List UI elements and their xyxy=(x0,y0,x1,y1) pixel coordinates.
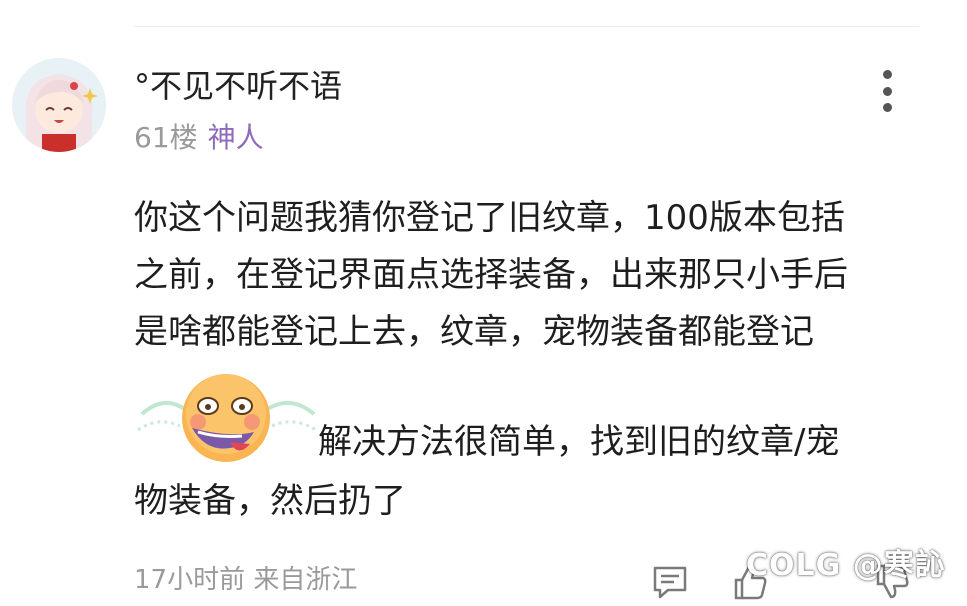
more-dot xyxy=(882,86,892,96)
comment-line-2: 之前，在登记界面点选择装备，出来那只小手后 xyxy=(134,255,848,295)
avatar[interactable] xyxy=(12,58,106,152)
user-badge: 神人 xyxy=(207,121,264,154)
laughing-crying-emoji-icon xyxy=(134,372,320,464)
more-vertical-icon xyxy=(882,70,892,79)
comment-card: °不见不听不语 61楼 神人 你这个问题我猜你登记了旧纹章，100版本包括 之前，… xyxy=(0,0,967,606)
comment-icon xyxy=(653,566,687,599)
watermark: COLG @寒訫 xyxy=(746,548,946,583)
username[interactable]: °不见不听不语 xyxy=(134,64,342,108)
floor-number: 61楼 xyxy=(134,121,198,154)
avatar-image xyxy=(12,58,106,152)
comment-line-3: 是啥都能登记上去，纹章，宠物装备都能登记 xyxy=(134,312,814,352)
comment-line-4: 解决方法很简单，找到旧的纹章/宠 xyxy=(318,422,840,462)
comment-meta: 61楼 神人 xyxy=(134,118,264,158)
divider xyxy=(134,26,919,27)
reply-button[interactable] xyxy=(650,562,690,602)
more-options-button[interactable] xyxy=(870,66,904,116)
comment-line-1: 你这个问题我猜你登记了旧纹章，100版本包括 xyxy=(134,198,845,238)
comment-line-5: 物装备，然后扔了 xyxy=(134,481,406,521)
more-dot xyxy=(882,103,892,112)
comment-time-location: 17小时前 来自浙江 xyxy=(134,565,358,595)
